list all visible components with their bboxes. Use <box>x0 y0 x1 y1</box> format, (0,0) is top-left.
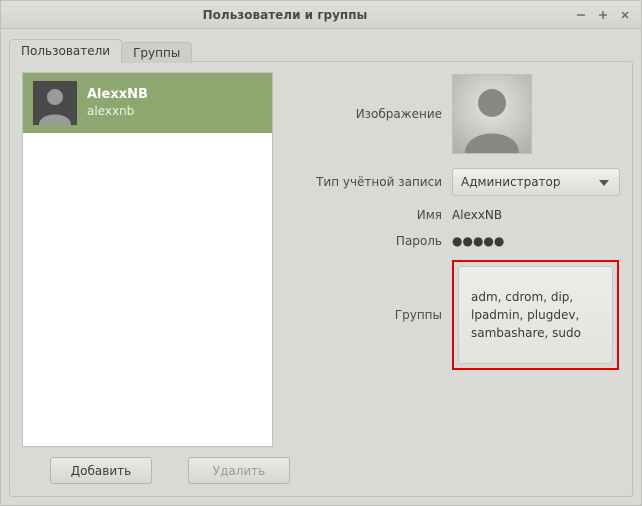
password-value[interactable]: ●●●●● <box>452 234 504 248</box>
user-login-name: alexxnb <box>87 104 148 119</box>
user-avatar-small <box>33 81 77 125</box>
button-row: Добавить Удалить <box>22 447 620 484</box>
label-name: Имя <box>287 208 452 222</box>
row-password: Пароль ●●●●● <box>287 234 620 248</box>
tab-users[interactable]: Пользователи <box>9 39 122 62</box>
groups-highlight: adm, cdrom, dip, lpadmin, plugdev, samba… <box>452 260 619 370</box>
tab-panel: AlexxNB alexxnb Изображение <box>9 61 633 497</box>
label-groups: Группы <box>287 308 452 322</box>
minimize-button[interactable] <box>571 5 591 25</box>
label-account-type: Тип учётной записи <box>287 175 452 189</box>
body-row: AlexxNB alexxnb Изображение <box>22 72 620 447</box>
name-value[interactable]: AlexxNB <box>452 208 502 222</box>
user-avatar-large[interactable] <box>452 74 532 154</box>
details-pane: Изображение <box>287 72 620 447</box>
account-type-value: Администратор <box>461 175 561 189</box>
window: Пользователи и группы Пользователи Групп… <box>0 0 642 506</box>
user-list-item[interactable]: AlexxNB alexxnb <box>23 73 272 133</box>
label-password: Пароль <box>287 234 452 248</box>
label-image: Изображение <box>287 107 452 121</box>
groups-button[interactable]: adm, cdrom, dip, lpadmin, plugdev, samba… <box>458 266 613 364</box>
tab-groups[interactable]: Группы <box>121 42 192 63</box>
close-button[interactable] <box>615 5 635 25</box>
window-title: Пользователи и группы <box>1 8 569 22</box>
row-image: Изображение <box>287 74 620 154</box>
user-names: AlexxNB alexxnb <box>87 87 148 118</box>
groups-value: adm, cdrom, dip, lpadmin, plugdev, samba… <box>471 288 600 342</box>
row-account-type: Тип учётной записи Администратор <box>287 168 620 196</box>
user-display-name: AlexxNB <box>87 87 148 103</box>
row-name: Имя AlexxNB <box>287 208 620 222</box>
maximize-button[interactable] <box>593 5 613 25</box>
content-area: Пользователи Группы <box>1 29 641 505</box>
titlebar: Пользователи и группы <box>1 1 641 29</box>
user-list[interactable]: AlexxNB alexxnb <box>22 72 273 447</box>
tabs-bar: Пользователи Группы <box>9 35 633 61</box>
account-type-dropdown[interactable]: Администратор <box>452 168 620 196</box>
chevron-down-icon <box>599 175 609 189</box>
row-groups: Группы adm, cdrom, dip, lpadmin, plugdev… <box>287 260 620 370</box>
delete-button[interactable]: Удалить <box>188 457 290 484</box>
add-button[interactable]: Добавить <box>50 457 152 484</box>
